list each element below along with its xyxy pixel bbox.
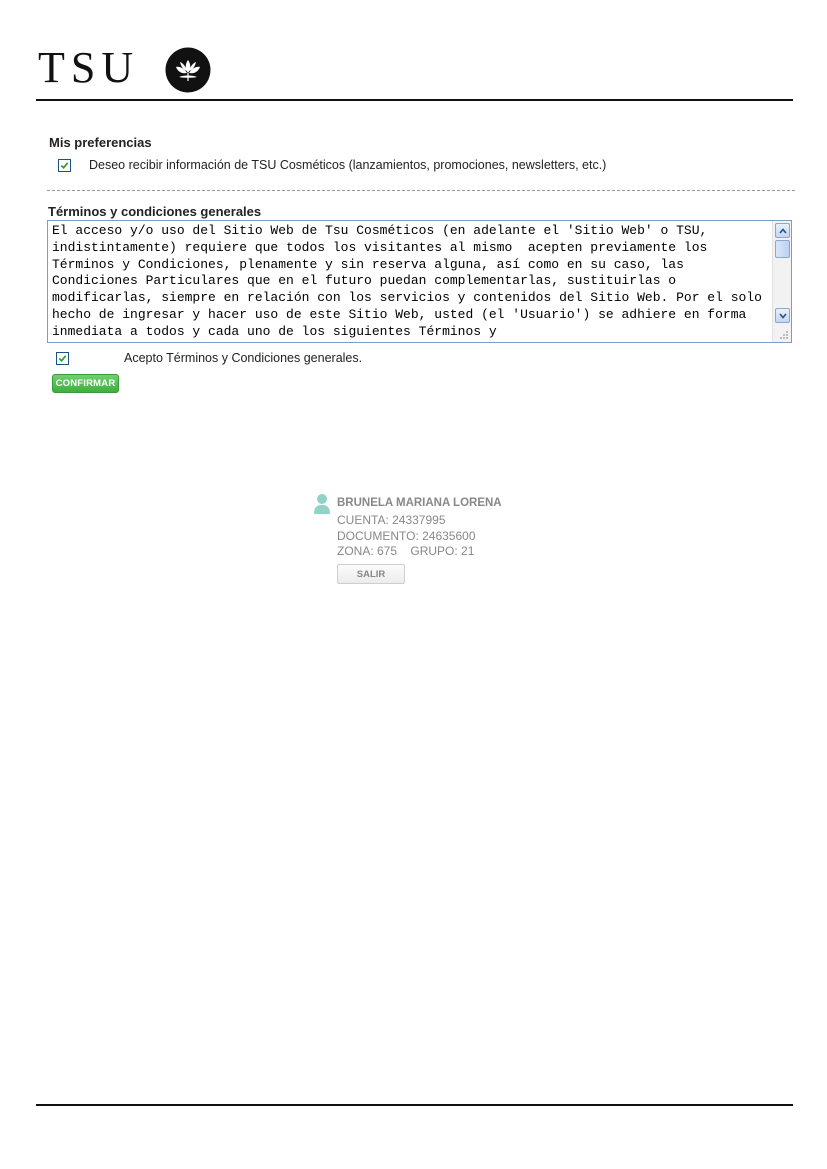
newsletter-label[interactable]: Deseo recibir información de TSU Cosméti… [89, 158, 606, 172]
confirm-button[interactable]: CONFIRMAR [52, 374, 119, 393]
checkmark-icon [58, 355, 67, 362]
scroll-down-button[interactable] [775, 308, 790, 323]
newsletter-checkbox[interactable] [58, 159, 71, 172]
terms-scrollbar[interactable] [772, 221, 791, 342]
user-icon [314, 494, 330, 514]
header: TSU [36, 44, 793, 100]
terms-text: El acceso y/o uso del Sitio Web de Tsu C… [52, 223, 770, 339]
lotus-flower-icon [165, 47, 211, 93]
terms-title: Términos y condiciones generales [48, 204, 262, 219]
footer-divider [36, 1104, 793, 1106]
resize-grip-icon[interactable] [779, 330, 789, 340]
terms-textarea[interactable]: El acceso y/o uso del Sitio Web de Tsu C… [47, 220, 792, 343]
accept-terms-checkbox[interactable] [56, 352, 69, 365]
scroll-up-button[interactable] [775, 223, 790, 238]
logo-text: TSU [38, 43, 140, 92]
chevron-up-icon [778, 227, 787, 234]
chevron-down-icon [778, 312, 787, 319]
user-name: BRUNELA MARIANA LORENA [337, 497, 502, 509]
checkmark-icon [60, 162, 69, 169]
section-divider [47, 190, 795, 191]
accept-terms-label[interactable]: Acepto Términos y Condiciones generales. [124, 351, 362, 365]
header-divider [36, 99, 793, 101]
logout-button[interactable]: SALIR [337, 564, 405, 584]
user-document: DOCUMENTO: 24635600 [337, 529, 476, 543]
scroll-thumb[interactable] [775, 240, 790, 258]
user-account: CUENTA: 24337995 [337, 513, 446, 527]
user-zone-group: ZONA: 675 GRUPO: 21 [337, 544, 475, 558]
preferences-title: Mis preferencias [49, 135, 152, 150]
